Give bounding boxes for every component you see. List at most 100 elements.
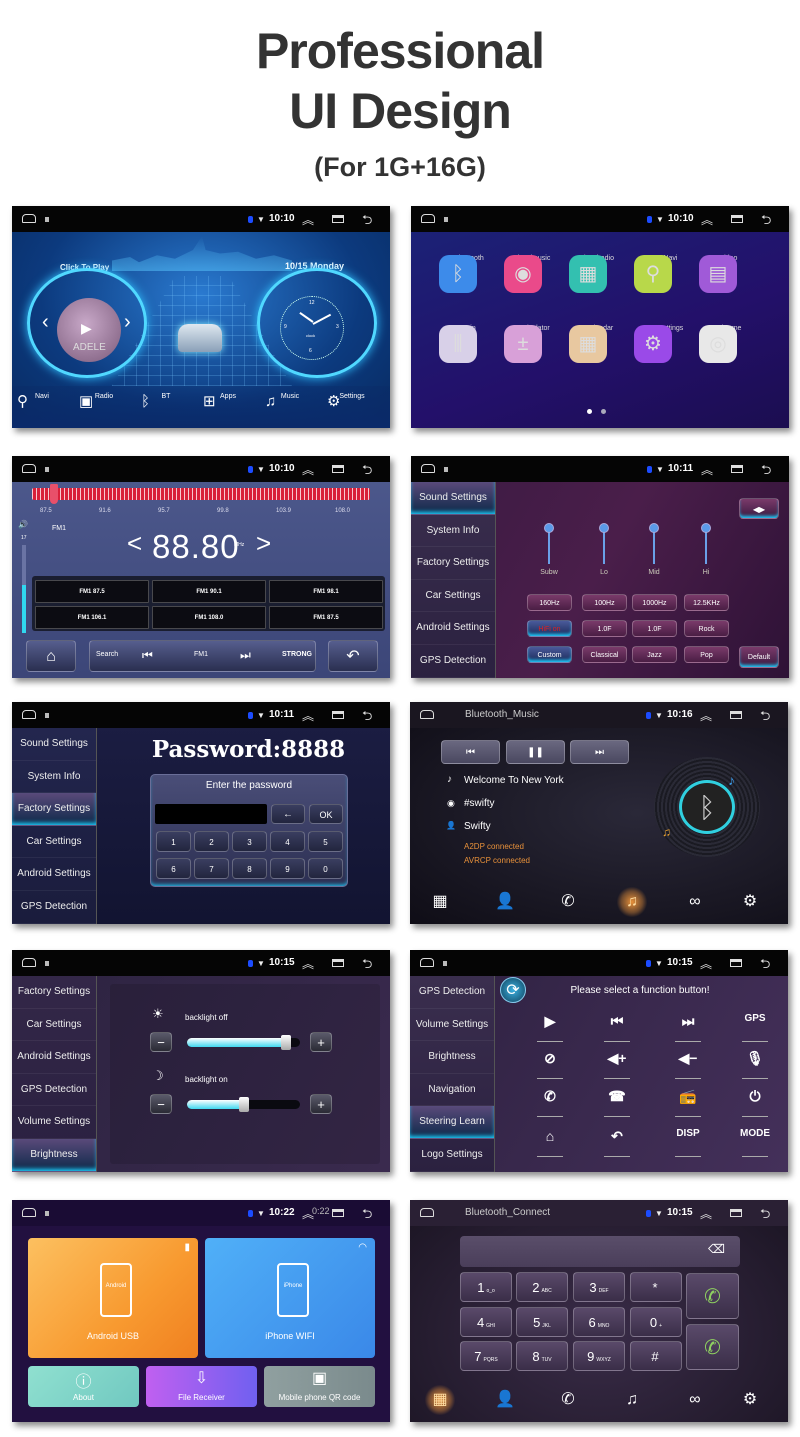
eq-option-button[interactable]: Classical	[582, 646, 627, 663]
back-icon[interactable]: ⮌	[362, 1205, 372, 1227]
menu-item-gps-detection[interactable]: GPS Detection	[12, 1074, 96, 1107]
app-localradio[interactable]: ▦localradio	[569, 255, 629, 293]
eq-option-button[interactable]: Pop	[684, 646, 729, 663]
next-track-button[interactable]: ⏭	[570, 740, 629, 764]
dock-item-navi[interactable]: ⚲ Navi	[17, 393, 67, 410]
decrease-button[interactable]: −	[150, 1094, 172, 1114]
volume-up-icon[interactable]: ◀+	[597, 1050, 637, 1067]
app-localmusic[interactable]: ◉localmusic	[504, 255, 564, 293]
eq-option-button[interactable]: Jazz	[632, 646, 677, 663]
refresh-button[interactable]: ⟳	[500, 977, 526, 1003]
eq-option-button[interactable]: 1000Hz	[632, 594, 677, 611]
menu-item-factory-settings[interactable]: Factory Settings	[411, 547, 495, 580]
eq-option-button[interactable]: 1.0F	[582, 620, 627, 637]
preset-button[interactable]: FM1 108.0	[152, 606, 266, 629]
home-icon[interactable]	[22, 710, 36, 719]
page-indicator-dot[interactable]	[601, 409, 606, 414]
music-icon[interactable]: ♫	[617, 887, 647, 917]
eq-option-button[interactable]: HiFi on	[527, 620, 572, 637]
menu-item-brightness[interactable]: Brightness	[12, 1138, 96, 1172]
recent-apps-icon[interactable]	[332, 711, 344, 719]
preset-button[interactable]: FM1 90.1	[152, 580, 266, 603]
eq-slider-track[interactable]	[548, 528, 550, 564]
ok-button[interactable]: OK	[309, 804, 343, 824]
link-icon[interactable]: ∞	[680, 887, 710, 917]
dial-key-4[interactable]: 4 GHI	[460, 1307, 512, 1337]
menu-item-gps-detection[interactable]: GPS Detection	[12, 891, 96, 924]
menu-item-steering-learn[interactable]: Steering Learn	[410, 1106, 494, 1139]
dock-item-bt[interactable]: ᛒ BT	[141, 393, 191, 410]
back-icon[interactable]: ⮌	[761, 461, 771, 483]
dock-item-apps[interactable]: ⊞ Apps	[203, 393, 253, 410]
back-icon[interactable]: ⮌	[362, 707, 372, 729]
recent-apps-icon[interactable]	[332, 1209, 344, 1217]
menu-item-sound-settings[interactable]: Sound Settings	[411, 482, 495, 515]
increase-button[interactable]: +	[310, 1094, 332, 1114]
expand-icon[interactable]: ︽	[302, 955, 314, 972]
call-button[interactable]: ✆	[686, 1273, 739, 1319]
home-icon[interactable]	[22, 1208, 36, 1217]
menu-item-brightness[interactable]: Brightness	[410, 1041, 494, 1074]
home-icon[interactable]: ⌂	[530, 1128, 570, 1144]
eq-option-button[interactable]: Rock	[684, 620, 729, 637]
gear-icon[interactable]: ⚙	[735, 887, 765, 917]
app-video[interactable]: ▤video	[699, 255, 759, 293]
eq-option-button[interactable]: 160Hz	[527, 594, 572, 611]
app-net-navi[interactable]: ⚲Net Navi	[634, 255, 694, 293]
home-icon[interactable]	[421, 464, 435, 473]
keypad-key-9[interactable]: 9	[270, 858, 305, 879]
dial-key-7[interactable]: 7 PQRS	[460, 1341, 512, 1371]
tuner-handle[interactable]	[50, 484, 59, 504]
decrease-button[interactable]: −	[150, 1032, 172, 1052]
dial-key-6[interactable]: 6 MNO	[573, 1307, 625, 1337]
eq-slider-track[interactable]	[603, 528, 605, 564]
backspace-button[interactable]: ←	[271, 804, 305, 824]
iphone-wifi-card[interactable]: iPhone iPhone WIFI ◠	[205, 1238, 375, 1358]
phone-answer-icon[interactable]: ✆	[530, 1088, 570, 1105]
next-icon[interactable]: ⏭	[668, 1013, 708, 1030]
mode-button[interactable]: MODE	[735, 1128, 775, 1139]
play-icon[interactable]: ▶	[530, 1013, 570, 1030]
search-button[interactable]: Search	[96, 651, 118, 658]
back-icon[interactable]: ↶	[597, 1128, 637, 1145]
mute-icon[interactable]: ⊘	[530, 1050, 570, 1067]
home-icon[interactable]	[22, 958, 36, 967]
keypad-key-7[interactable]: 7	[194, 858, 229, 879]
eq-slider-track[interactable]	[653, 528, 655, 564]
tuner-bar[interactable]	[32, 488, 370, 500]
album-art[interactable]: ADELE ▶	[57, 298, 121, 362]
prev-station-arrow[interactable]: <	[127, 528, 142, 559]
menu-item-car-settings[interactable]: Car Settings	[411, 580, 495, 613]
backspace-icon[interactable]: ⌫	[708, 1242, 725, 1256]
dial-key-*[interactable]: *	[630, 1272, 682, 1302]
dial-key-9[interactable]: 9 WXYZ	[573, 1341, 625, 1371]
back-icon[interactable]: ⮌	[761, 211, 771, 233]
back-icon[interactable]: ⮌	[362, 461, 372, 483]
dock-item-settings[interactable]: ⚙ Settings	[327, 393, 377, 410]
keypad-key-3[interactable]: 3	[232, 831, 267, 852]
gear-icon[interactable]: ⚙	[735, 1385, 765, 1415]
password-input[interactable]	[155, 804, 267, 824]
recent-apps-icon[interactable]	[731, 465, 743, 473]
about-card[interactable]: ⓘ About	[28, 1366, 139, 1407]
dial-key-2[interactable]: 2 ABC	[516, 1272, 568, 1302]
power-icon[interactable]: ⏻	[735, 1088, 775, 1105]
next-arrow-icon[interactable]: ›	[124, 311, 131, 334]
home-icon[interactable]	[22, 464, 36, 473]
recent-apps-icon[interactable]	[730, 1209, 742, 1217]
menu-item-factory-settings[interactable]: Factory Settings	[12, 793, 96, 826]
seek-back-icon[interactable]: ⏮	[142, 648, 153, 663]
eq-option-button[interactable]: 1.0F	[632, 620, 677, 637]
signal-strength-button[interactable]: STRONG	[282, 651, 312, 658]
expand-icon[interactable]: ︽	[302, 461, 314, 478]
dial-key-3[interactable]: 3 DEF	[573, 1272, 625, 1302]
number-input[interactable]	[460, 1236, 740, 1267]
preset-button[interactable]: FM1 106.1	[35, 606, 149, 629]
previous-arrow-icon[interactable]: ‹	[42, 311, 49, 334]
keypad-key-5[interactable]: 5	[308, 831, 343, 852]
gps-button[interactable]: GPS	[735, 1013, 775, 1024]
volume-down-icon[interactable]: ◀−	[668, 1050, 708, 1067]
back-icon[interactable]: ⮌	[362, 211, 372, 233]
back-button[interactable]: ↶	[328, 640, 378, 672]
menu-item-navigation[interactable]: Navigation	[410, 1074, 494, 1107]
